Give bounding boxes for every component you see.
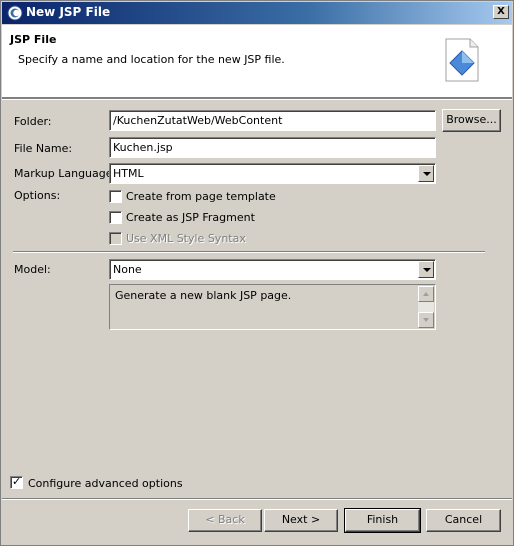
file-name-field[interactable]: Kuchen.jsp: [109, 137, 436, 158]
xml-style-syntax-checkbox: [109, 232, 122, 245]
section-separator: [13, 251, 485, 253]
banner-separator: [2, 98, 512, 100]
wizard-banner: JSP File Specify a name and location for…: [2, 25, 512, 98]
model-dropdown-button[interactable]: [418, 261, 434, 278]
file-name-label: File Name:: [14, 142, 73, 155]
model-select[interactable]: None: [109, 259, 436, 280]
new-jsp-file-dialog: New JSP File X JSP File Specify a name a…: [0, 0, 514, 546]
markup-language-label: Markup Language:: [14, 167, 117, 180]
window-title: New JSP File: [26, 5, 111, 19]
close-icon: X: [497, 6, 505, 17]
create-as-fragment-label: Create as JSP Fragment: [126, 211, 255, 224]
finish-button[interactable]: Finish: [344, 508, 421, 533]
markup-language-select[interactable]: HTML: [109, 163, 436, 184]
chevron-down-icon: [423, 268, 431, 272]
next-button[interactable]: Next >: [264, 509, 338, 532]
eclipse-icon: [7, 5, 23, 21]
configure-advanced-label: Configure advanced options: [28, 477, 183, 490]
close-button[interactable]: X: [493, 5, 509, 19]
options-label: Options:: [14, 189, 61, 202]
scroll-down-button[interactable]: [418, 312, 434, 328]
arrow-down-icon: [423, 318, 429, 322]
folder-label: Folder:: [14, 115, 52, 128]
arrow-up-icon: [423, 292, 429, 296]
checkmark-icon: ✓: [12, 475, 22, 488]
description-scrollbar[interactable]: [418, 286, 434, 328]
markup-language-value: HTML: [113, 167, 144, 180]
page-title: JSP File: [10, 33, 57, 46]
model-label: Model:: [14, 263, 51, 276]
create-from-template-label: Create from page template: [126, 190, 276, 203]
chevron-down-icon: [423, 172, 431, 176]
model-value: None: [113, 263, 142, 276]
folder-field[interactable]: /KuchenZutatWeb/WebContent: [109, 110, 436, 131]
configure-advanced-checkbox[interactable]: ✓: [10, 475, 23, 489]
markup-language-dropdown-button[interactable]: [418, 165, 434, 182]
model-description-box: Generate a new blank JSP page.: [109, 284, 436, 330]
create-as-fragment-checkbox[interactable]: [109, 211, 122, 224]
page-description: Specify a name and location for the new …: [18, 53, 285, 66]
back-button[interactable]: < Back: [188, 509, 262, 532]
browse-button[interactable]: Browse...: [442, 109, 501, 132]
model-description-text: Generate a new blank JSP page.: [115, 289, 292, 302]
create-from-template-checkbox[interactable]: [109, 190, 122, 203]
jsp-file-wizard-icon: [445, 38, 479, 82]
cancel-button[interactable]: Cancel: [426, 509, 501, 532]
footer-separator: [2, 498, 512, 500]
title-bar[interactable]: New JSP File X: [2, 2, 512, 24]
scroll-up-button[interactable]: [418, 286, 434, 302]
xml-style-syntax-label: Use XML Style Syntax: [126, 232, 246, 245]
